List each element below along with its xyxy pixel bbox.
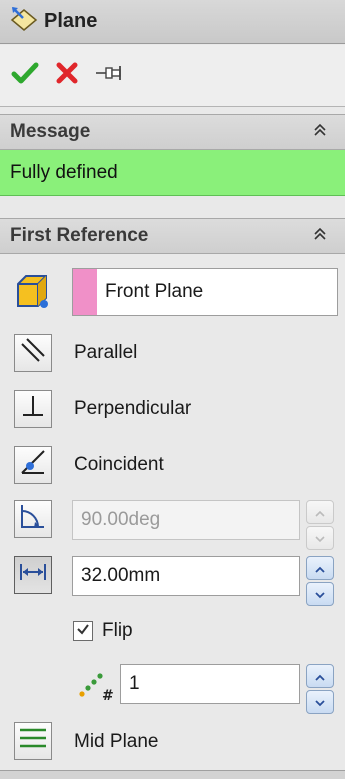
panel-bottom-edge: [0, 770, 345, 779]
distance-button[interactable]: [14, 556, 52, 594]
first-reference-header-label: First Reference: [10, 225, 149, 246]
double-chevron-up-icon: [313, 121, 327, 143]
chevron-down-icon: [315, 583, 325, 605]
checkmark-icon: [11, 61, 39, 91]
perpendicular-label: Perpendicular: [74, 398, 192, 419]
distance-input[interactable]: 32.00mm: [72, 556, 300, 596]
reference-entity-icon: [14, 272, 52, 316]
plane-icon: [10, 6, 38, 38]
distance-spinner[interactable]: [306, 556, 334, 606]
reference-selection-box[interactable]: Front Plane: [72, 268, 338, 316]
angle-spin-down[interactable]: [306, 526, 334, 550]
mid-plane-label: Mid Plane: [74, 731, 159, 752]
ok-button[interactable]: [8, 59, 42, 93]
perpendicular-button[interactable]: [14, 390, 52, 428]
angle-button[interactable]: [14, 500, 52, 538]
angle-spin-up[interactable]: [306, 500, 334, 524]
distance-icon: [18, 560, 48, 590]
panel-title: Plane: [44, 10, 98, 32]
instances-spinner[interactable]: [306, 664, 334, 714]
chevron-up-icon: [315, 557, 325, 579]
flip-checkbox[interactable]: [73, 621, 93, 641]
distance-spin-up[interactable]: [306, 556, 334, 580]
angle-spinner[interactable]: [306, 500, 334, 550]
angle-input[interactable]: 90.00deg: [72, 500, 300, 540]
message-status: Fully defined: [0, 150, 345, 196]
mid-plane-button[interactable]: [14, 722, 52, 760]
parallel-icon: [19, 336, 47, 370]
reference-selection-text: Front Plane: [105, 281, 204, 302]
distance-value: 32.00mm: [81, 565, 161, 586]
instances-spin-up[interactable]: [306, 664, 334, 688]
first-reference-group-header[interactable]: First Reference: [0, 218, 345, 254]
coincident-label: Coincident: [74, 454, 164, 475]
collapse-message-button[interactable]: [309, 121, 331, 143]
instances-input[interactable]: 1: [120, 664, 300, 704]
selection-color-swatch: [73, 269, 97, 315]
parallel-label: Parallel: [74, 342, 138, 363]
instances-spin-down[interactable]: [306, 690, 334, 714]
collapse-first-reference-button[interactable]: [309, 225, 331, 247]
angle-value: 90.00deg: [81, 509, 161, 530]
message-text: Fully defined: [10, 161, 118, 183]
x-icon: [55, 61, 79, 91]
instances-value: 1: [129, 673, 140, 694]
panel-title-bar: Plane: [0, 0, 345, 44]
perpendicular-icon: [19, 392, 47, 426]
coincident-icon: [18, 447, 48, 483]
cancel-button[interactable]: [50, 59, 84, 93]
pin-button[interactable]: [92, 59, 126, 93]
flip-label: Flip: [102, 620, 133, 641]
chevron-down-icon: [315, 691, 325, 713]
double-chevron-up-icon: [313, 225, 327, 247]
chevron-up-icon: [315, 501, 325, 523]
checkmark-icon: [76, 620, 90, 642]
angle-icon: [18, 501, 48, 537]
instance-count-icon: #: [78, 668, 116, 708]
pushpin-icon: [94, 62, 124, 90]
svg-text:#: #: [102, 688, 114, 702]
chevron-down-icon: [315, 527, 325, 549]
coincident-button[interactable]: [14, 446, 52, 484]
chevron-up-icon: [315, 665, 325, 687]
distance-spin-down[interactable]: [306, 582, 334, 606]
message-group-header[interactable]: Message: [0, 114, 345, 150]
action-bar: [0, 45, 345, 107]
message-header-label: Message: [10, 121, 91, 142]
parallel-button[interactable]: [14, 334, 52, 372]
mid-plane-icon: [18, 725, 48, 757]
